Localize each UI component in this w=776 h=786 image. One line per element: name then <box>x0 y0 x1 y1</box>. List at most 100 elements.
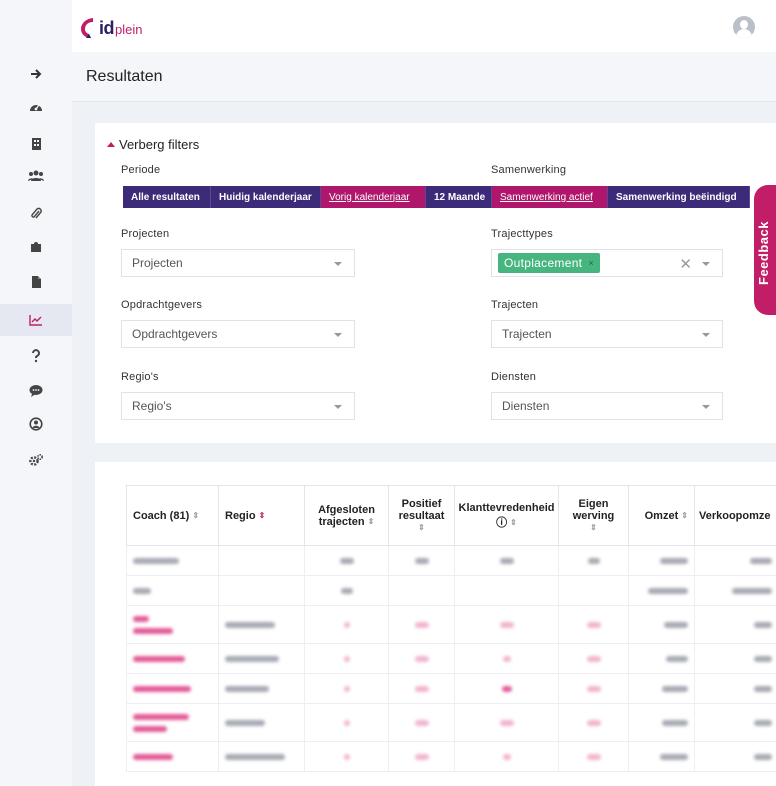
brand-logo[interactable]: id plein <box>80 16 142 40</box>
sort-icon[interactable]: ⇕ <box>418 523 425 532</box>
blurred-cell <box>225 685 269 692</box>
feedback-tab[interactable]: Feedback <box>754 185 776 315</box>
sort-icon[interactable]: ⇕ <box>192 511 199 520</box>
column-header-omzet[interactable]: Omzet ⇕ <box>628 485 695 546</box>
blurred-cell <box>414 557 429 564</box>
hide-filters-toggle[interactable]: Verberg filters <box>107 137 199 152</box>
chevron-down-icon <box>334 333 342 337</box>
projecten-label: Projecten <box>121 228 170 240</box>
blurred-cell <box>754 655 772 662</box>
afgesloten-header-label: Afgesloten trajecten <box>318 503 375 528</box>
blurred-cell <box>339 557 354 564</box>
blurred-cell <box>664 621 688 628</box>
column-header-klanttevredenheid[interactable]: Klanttevredenheid ⓘ ⇕ <box>454 485 559 546</box>
users-icon[interactable] <box>0 160 72 192</box>
hide-filters-label: Verberg filters <box>119 137 200 152</box>
blurred-cell <box>414 719 429 726</box>
opdrachtgevers-select[interactable]: Opdrachtgevers <box>121 320 355 348</box>
blurred-cell <box>225 655 279 662</box>
building-icon[interactable] <box>0 128 72 160</box>
outplacement-tag[interactable]: Outplacement × <box>498 253 600 273</box>
table-row <box>126 703 776 742</box>
trajecttypes-label: Trajecttypes <box>491 228 553 240</box>
diensten-placeholder: Diensten <box>502 399 550 413</box>
trajecten-select[interactable]: Trajecten <box>491 320 723 348</box>
blurred-cell <box>662 685 688 692</box>
column-header-afgesloten[interactable]: Afgesloten trajecten ⇕ <box>304 485 389 546</box>
clear-selection-icon[interactable]: ✕ <box>679 255 692 273</box>
blurred-cell <box>660 557 688 564</box>
chevron-down-icon <box>702 333 710 337</box>
regios-select[interactable]: Regio's <box>121 392 355 420</box>
projecten-select[interactable]: Projecten <box>121 249 355 277</box>
puzzle-icon[interactable] <box>0 230 72 262</box>
blurred-link[interactable] <box>133 615 149 622</box>
user-circle-icon[interactable] <box>0 408 72 440</box>
blurred-cell <box>343 719 350 726</box>
blurred-cell <box>225 719 265 726</box>
sort-active-icon[interactable]: ⇕ <box>259 511 266 520</box>
periode-huidig-kalenderjaar-button[interactable]: Huidig kalenderjaar <box>211 186 321 208</box>
blurred-cell <box>754 719 772 726</box>
blurred-cell <box>499 557 514 564</box>
chevron-down-icon <box>334 405 342 409</box>
blurred-cell <box>754 685 772 692</box>
trajecten-label: Trajecten <box>491 299 539 311</box>
periode-button-group: Alle resultaten Huidig kalenderjaar Vori… <box>123 186 492 208</box>
user-avatar[interactable] <box>733 16 755 38</box>
arrow-right-icon[interactable] <box>0 58 72 90</box>
tag-remove-icon[interactable]: × <box>588 258 594 268</box>
blurred-cell <box>343 621 350 628</box>
chevron-down-icon <box>702 405 710 409</box>
column-header-regio[interactable]: Regio ⇕ <box>218 485 305 546</box>
sort-icon[interactable]: ⇕ <box>590 523 597 532</box>
sort-icon[interactable]: ⇕ <box>681 511 688 520</box>
blurred-cell <box>414 655 429 662</box>
blurred-link[interactable] <box>133 627 173 634</box>
gears-icon[interactable] <box>0 444 72 476</box>
blurred-cell <box>586 655 601 662</box>
sort-icon[interactable]: ⇕ <box>510 518 517 527</box>
positief-header-label: Positief resultaat <box>398 497 445 522</box>
blurred-cell <box>502 753 511 760</box>
trajecttypes-select[interactable]: Outplacement × ✕ <box>491 249 723 277</box>
dashboard-icon[interactable] <box>0 90 72 122</box>
sort-icon[interactable]: ⇕ <box>368 517 375 526</box>
chart-line-icon[interactable] <box>0 304 72 336</box>
blurred-cell <box>502 655 511 662</box>
chat-icon[interactable] <box>0 374 72 406</box>
samenwerking-actief-button[interactable]: Samenwerking actief <box>492 186 608 208</box>
column-header-verkoopomzet[interactable]: Verkoopomze <box>694 485 776 546</box>
samenwerking-button-group: Samenwerking actief Samenwerking beëindi… <box>492 186 750 208</box>
chevron-down-icon <box>334 262 342 266</box>
document-icon[interactable] <box>0 266 72 298</box>
samenwerking-label: Samenwerking <box>491 164 567 176</box>
results-table: Coach (81) ⇕ Regio ⇕ Afgesloten trajecte… <box>126 485 776 772</box>
coach-header-label: Coach (81) <box>133 509 190 522</box>
periode-12-maanden-button[interactable]: 12 Maande <box>426 186 492 208</box>
top-bar-corner <box>0 0 72 52</box>
blurred-link[interactable] <box>133 685 191 692</box>
blurred-cell <box>586 753 601 760</box>
blurred-link[interactable] <box>133 725 167 732</box>
periode-vorig-kalenderjaar-button[interactable]: Vorig kalenderjaar <box>321 186 426 208</box>
blurred-link[interactable] <box>133 655 185 662</box>
column-header-positief[interactable]: Positief resultaat ⇕ <box>388 485 455 546</box>
samenwerking-beeindigd-button[interactable]: Samenwerking beëindigd <box>608 186 750 208</box>
blurred-cell <box>586 719 601 726</box>
question-icon[interactable] <box>0 340 72 372</box>
paperclip-icon[interactable] <box>0 198 72 230</box>
info-icon[interactable]: ⓘ <box>496 517 507 529</box>
periode-alle-resultaten-button[interactable]: Alle resultaten <box>123 186 211 208</box>
blurred-link[interactable] <box>133 713 189 720</box>
blurred-cell <box>732 587 772 594</box>
logo-mark-icon <box>80 17 97 39</box>
table-header-row: Coach (81) ⇕ Regio ⇕ Afgesloten trajecte… <box>126 485 776 546</box>
column-header-coach[interactable]: Coach (81) ⇕ <box>126 485 219 546</box>
diensten-select[interactable]: Diensten <box>491 392 723 420</box>
column-header-eigen-werving[interactable]: Eigen werving ⇕ <box>558 485 629 546</box>
blurred-link[interactable] <box>133 753 173 760</box>
blurred-cell <box>754 753 772 760</box>
blurred-cell <box>648 587 688 594</box>
blurred-cell <box>587 557 600 564</box>
